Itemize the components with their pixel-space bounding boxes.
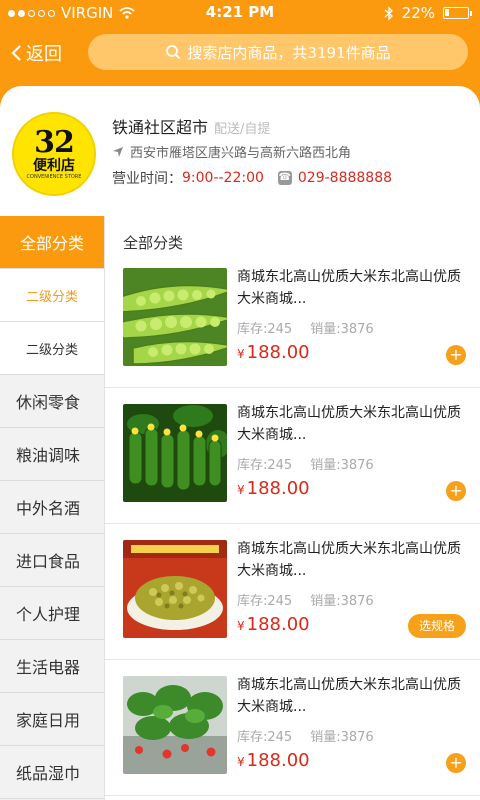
sidebar-subitem-level2[interactable]: 二级分类 bbox=[0, 322, 104, 375]
product-image-strawberry-plants[interactable] bbox=[123, 676, 227, 774]
delivery-mode: 配送/自提 bbox=[214, 122, 271, 137]
product-price: ¥188.00 bbox=[237, 614, 310, 635]
location-arrow-icon bbox=[113, 146, 123, 157]
sidebar-item-personal-care[interactable]: 个人护理 bbox=[0, 587, 104, 640]
search-icon bbox=[166, 45, 181, 60]
product-price: ¥188.00 bbox=[237, 478, 310, 499]
product-title: 商城东北高山优质大米东北高山优质大米商城... bbox=[237, 677, 461, 715]
product-sales: 销量:3876 bbox=[310, 458, 374, 473]
chevron-left-icon bbox=[11, 45, 21, 61]
product-title: 商城东北高山优质大米东北高山优质大米商城... bbox=[237, 405, 461, 443]
store-phone[interactable]: 029-8888888 bbox=[298, 170, 392, 186]
product-price: ¥188.00 bbox=[237, 342, 310, 363]
product-stock: 库存:245 bbox=[237, 458, 293, 473]
product-image-green-peas[interactable] bbox=[123, 268, 227, 366]
sidebar-item-liquor[interactable]: 中外名酒 bbox=[0, 481, 104, 534]
add-to-cart-button[interactable]: + bbox=[446, 481, 466, 501]
sidebar-item-household[interactable]: 家庭日用 bbox=[0, 693, 104, 746]
sidebar-subitem-level2-selected[interactable]: 二级分类 bbox=[0, 269, 104, 322]
store-card: 32 便利店 CONVENIENCE STORE 铁通社区超市 配送/自提 西安市… bbox=[0, 86, 480, 216]
search-input[interactable]: 搜索店内商品，共3191件商品 bbox=[88, 34, 468, 70]
add-to-cart-button[interactable]: + bbox=[446, 345, 466, 365]
product-image-cucumbers[interactable] bbox=[123, 404, 227, 502]
store-address: 西安市雁塔区唐兴路与高新六路西北角 bbox=[112, 142, 351, 161]
product-image-pickled-vegetables[interactable] bbox=[123, 540, 227, 638]
product-title: 商城东北高山优质大米东北高山优质大米商城... bbox=[237, 541, 461, 579]
product-price: ¥188.00 bbox=[237, 750, 310, 771]
status-bar: VIRGIN 4:21 PM 22% bbox=[0, 0, 480, 26]
product-title: 商城东北高山优质大米东北高山优质大米商城... bbox=[237, 269, 461, 307]
back-label: 返回 bbox=[26, 44, 62, 65]
select-spec-button[interactable]: 选规格 bbox=[408, 614, 466, 638]
section-title: 全部分类 bbox=[123, 234, 184, 252]
sidebar-item-grain-oil[interactable]: 粮油调味 bbox=[0, 428, 104, 481]
sidebar-item-imported-food[interactable]: 进口食品 bbox=[0, 534, 104, 587]
battery-percent: 22% bbox=[401, 4, 435, 22]
store-logo: 32 便利店 CONVENIENCE STORE bbox=[12, 112, 96, 196]
product-item[interactable]: 商城东北高山优质大米东北高山优质大米商城... 库存:245 销量:3876 ¥1… bbox=[105, 524, 480, 660]
back-button[interactable]: 返回 bbox=[10, 40, 62, 66]
product-list: 全部分类 商城东北高山优质大米东北高山优质大米商城... 库存:245 销量:38… bbox=[105, 216, 480, 800]
phone-icon: ☎ bbox=[277, 171, 292, 185]
product-stock: 库存:245 bbox=[237, 594, 293, 609]
product-sales: 销量:3876 bbox=[310, 322, 374, 337]
search-placeholder: 搜索店内商品，共3191件商品 bbox=[187, 43, 391, 62]
product-sales: 销量:3876 bbox=[310, 594, 374, 609]
product-item[interactable]: 商城东北高山优质大米东北高山优质大米商城... 库存:245 销量:3876 ¥1… bbox=[105, 660, 480, 796]
category-sidebar: 全部分类 二级分类 二级分类 休闲零食 粮油调味 中外名酒 进口食品 个人护理 … bbox=[0, 216, 105, 800]
nav-bar: 返回 搜索店内商品，共3191件商品 bbox=[0, 34, 480, 72]
product-item[interactable]: 商城东北高山优质大米东北高山优质大米商城... 库存:245 销量:3876 ¥1… bbox=[105, 388, 480, 524]
product-item[interactable]: 商城东北高山优质大米东北高山优质大米商城... 库存:245 销量:3876 ¥1… bbox=[105, 252, 480, 388]
store-name: 铁通社区超市 配送/自提 bbox=[112, 118, 271, 137]
product-stock: 库存:245 bbox=[237, 322, 293, 337]
product-stock: 库存:245 bbox=[237, 730, 293, 745]
battery-icon bbox=[443, 7, 469, 19]
add-to-cart-button[interactable]: + bbox=[446, 753, 466, 773]
hours-value: 9:00--22:00 bbox=[182, 170, 264, 186]
sidebar-item-appliances[interactable]: 生活电器 bbox=[0, 640, 104, 693]
product-sales: 销量:3876 bbox=[310, 730, 374, 745]
sidebar-item-tissues[interactable]: 纸品湿巾 bbox=[0, 746, 104, 799]
sidebar-item-all[interactable]: 全部分类 bbox=[0, 216, 104, 269]
sidebar-item-snacks[interactable]: 休闲零食 bbox=[0, 375, 104, 428]
store-hours: 营业时间： 9:00--22:00 ☎ 029-8888888 bbox=[112, 170, 393, 187]
bluetooth-icon bbox=[384, 5, 393, 21]
